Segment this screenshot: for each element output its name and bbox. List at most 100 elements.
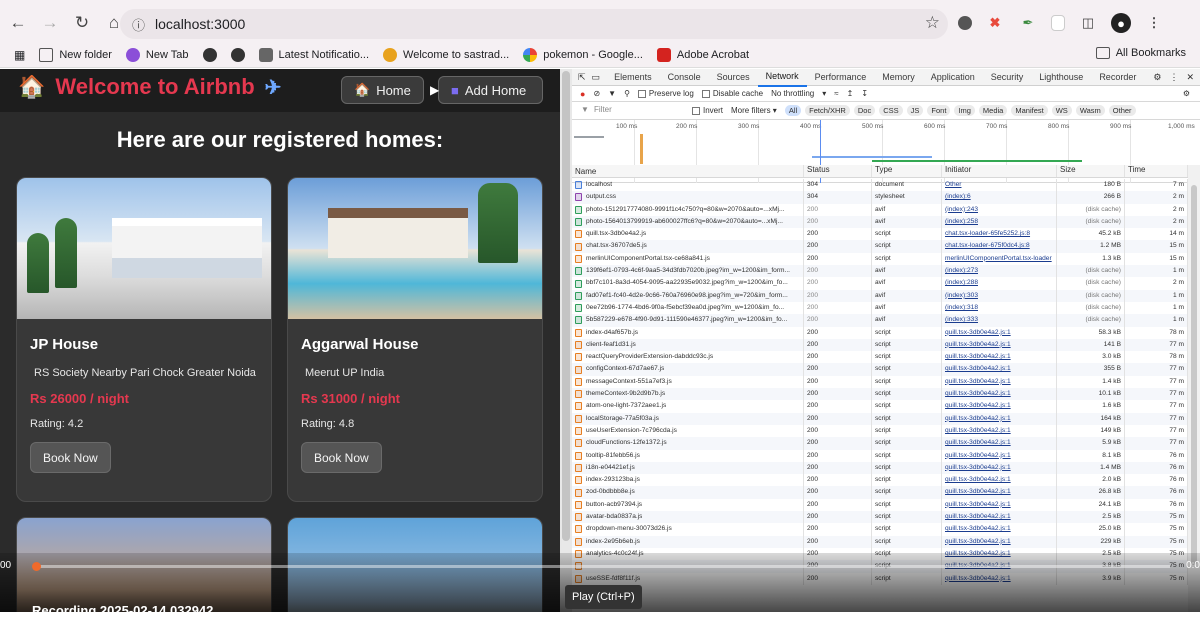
request-row[interactable]: messageContext-551a7ef3.js 200 script quill… — [572, 375, 1188, 389]
request-row[interactable]: reactQueryProviderExtension-dabddc93c.js… — [572, 351, 1188, 364]
filter-chip-doc[interactable]: Doc — [853, 105, 876, 116]
request-row[interactable]: 0ee72b96-1774-4bd6-9f0a-f5ebcf39ea0d.jpe… — [572, 301, 1188, 315]
network-settings-icon[interactable]: ⚙ — [1183, 89, 1190, 98]
request-initiator[interactable]: quill.tsx-3db0e4a2.js:1 — [942, 326, 1057, 339]
scroll-thumb[interactable] — [1191, 185, 1197, 565]
tab-performance[interactable]: Performance — [807, 69, 875, 86]
request-row[interactable]: zod-0bdbbb8e.js 200 script quill.tsx-3db0e4… — [572, 486, 1188, 499]
devtools-scrollbar[interactable] — [1188, 165, 1200, 612]
request-initiator[interactable]: quill.tsx-3db0e4a2.js:1 — [942, 461, 1057, 475]
filter-funnel-icon[interactable]: ▼ — [608, 89, 616, 98]
filter-chip-ws[interactable]: WS — [1051, 105, 1072, 116]
tab-security[interactable]: Security — [983, 69, 1032, 86]
tab-console[interactable]: Console — [660, 69, 709, 86]
request-initiator[interactable]: merlinUIComponentPortal.tsx-loader — [942, 252, 1057, 266]
request-row[interactable]: bbf7c101-8a3d-4054-9095-aa22935e9032.jpe… — [572, 277, 1188, 290]
request-initiator[interactable]: quill.tsx-3db0e4a2.js:1 — [942, 388, 1057, 401]
extension-pen-icon[interactable]: ✒ — [1018, 13, 1038, 33]
site-info-icon[interactable]: ⓘ — [132, 15, 145, 34]
page-scrollbar[interactable] — [560, 69, 572, 612]
request-initiator[interactable]: quill.tsx-3db0e4a2.js:1 — [942, 486, 1057, 499]
menu-kebab-icon[interactable]: ⋮ — [1144, 13, 1164, 33]
request-row[interactable]: 5b587229-e678-4f90-9d91-111590e46377.jpe… — [572, 314, 1188, 327]
request-row[interactable]: photo-1512917774080-9991f1c4c750?q=80&w=… — [572, 203, 1188, 216]
filter-chip-css[interactable]: CSS — [879, 105, 903, 116]
column-type[interactable]: Type — [872, 165, 942, 177]
address-bar[interactable]: ⓘ localhost:3000 ☆ — [120, 9, 948, 39]
extension-cross-icon[interactable]: ✖ — [985, 13, 1005, 33]
request-initiator[interactable]: Other — [942, 179, 1057, 192]
request-initiator[interactable]: (index):318 — [942, 301, 1057, 315]
home-nav-button[interactable]: 🏠 Home — [341, 76, 424, 104]
request-row[interactable]: output.css 304 stylesheet (index):6 266 B2 m — [572, 191, 1188, 204]
request-initiator[interactable]: quill.tsx-3db0e4a2.js:1 — [942, 449, 1057, 462]
request-row[interactable]: photo-1564013799919-ab600027ffc6?q=80&w=… — [572, 215, 1188, 229]
request-initiator[interactable]: quill.tsx-3db0e4a2.js:1 — [942, 363, 1057, 376]
tab-sources[interactable]: Sources — [709, 69, 758, 86]
column-time[interactable]: Time — [1125, 165, 1188, 177]
request-initiator[interactable]: quill.tsx-3db0e4a2.js:1 — [942, 338, 1057, 352]
tab-elements[interactable]: Elements — [606, 69, 660, 86]
import-har-icon[interactable]: ↥ — [847, 89, 854, 98]
request-row[interactable]: 139f6ef1-0793-4c6f-9aa5-34d3fdb7020b.jpe… — [572, 265, 1188, 278]
request-row[interactable]: tooltip-81febb56.js 200 script quill.tsx-3d… — [572, 449, 1188, 462]
throttling-select[interactable]: No throttling — [771, 89, 814, 98]
filter-chip-js[interactable]: JS — [906, 105, 924, 116]
bookmark-pokemon[interactable]: pokemon - Google... — [523, 47, 643, 62]
request-row[interactable]: dropdown-menu-30073d26.js 200 script quill.… — [572, 523, 1188, 536]
request-row[interactable]: configContext-67d7ae67.js 200 script quill.… — [572, 363, 1188, 376]
request-initiator[interactable]: quill.tsx-3db0e4a2.js:1 — [942, 437, 1057, 450]
bookmark-notifications[interactable]: Latest Notificatio... — [258, 47, 369, 62]
seek-bar[interactable] — [36, 565, 1170, 568]
request-row[interactable]: quill.tsx-3db0e4a2.js 200 script chat.tsx-l… — [572, 228, 1188, 241]
extension-blank-icon[interactable] — [1051, 15, 1065, 31]
settings-gear-icon[interactable]: ⚙ — [1153, 72, 1161, 83]
request-row[interactable]: index-d4af657b.js 200 script quill.tsx-3db0… — [572, 326, 1188, 339]
seek-handle[interactable] — [32, 562, 41, 571]
tab-lighthouse[interactable]: Lighthouse — [1031, 69, 1091, 86]
request-row[interactable]: useUserExtension-7c796cda.js 200 script qui… — [572, 424, 1188, 438]
request-row[interactable]: merlinUIComponentPortal.tsx-ce68a841.js 2… — [572, 252, 1188, 266]
request-row[interactable]: client-feaf1d31.js 200 script quill.tsx-3db… — [572, 338, 1188, 352]
clear-icon[interactable]: ⊘ — [593, 89, 600, 98]
filter-chip-other[interactable]: Other — [1108, 105, 1136, 116]
filter-chip-img[interactable]: Img — [954, 105, 975, 116]
filter-chip-manifest[interactable]: Manifest — [1011, 105, 1048, 116]
column-name[interactable]: Name — [572, 165, 804, 177]
request-initiator[interactable]: (index):6 — [942, 191, 1057, 204]
bookmark-star-icon[interactable]: ☆ — [925, 13, 940, 33]
reload-icon[interactable]: ↻ — [68, 9, 96, 37]
bookmark-new-folder[interactable]: New folder — [39, 47, 112, 62]
request-initiator[interactable]: (index):288 — [942, 277, 1057, 290]
request-initiator[interactable]: (index):333 — [942, 314, 1057, 327]
search-icon[interactable]: ⚲ — [624, 89, 630, 98]
request-initiator[interactable]: (index):243 — [942, 203, 1057, 216]
request-row[interactable]: chat.tsx-36707de5.js 200 script chat.tsx-lo… — [572, 240, 1188, 253]
tab-recorder[interactable]: Recorder — [1091, 69, 1144, 86]
request-initiator[interactable]: quill.tsx-3db0e4a2.js:1 — [942, 511, 1057, 524]
device-toggle-icon[interactable]: ▭ — [592, 72, 601, 83]
request-initiator[interactable]: quill.tsx-3db0e4a2.js:1 — [942, 412, 1057, 425]
request-initiator[interactable]: chat.tsx-loader-65fe5252.js:8 — [942, 228, 1057, 241]
request-initiator[interactable]: quill.tsx-3db0e4a2.js:1 — [942, 424, 1057, 438]
column-initiator[interactable]: Initiator — [942, 165, 1057, 177]
profile-avatar[interactable]: ● — [1111, 13, 1131, 33]
request-initiator[interactable]: quill.tsx-3db0e4a2.js:1 — [942, 474, 1057, 487]
filter-input[interactable]: ▼ Filter — [578, 105, 688, 117]
brand-title[interactable]: 🏠 Welcome to Airbnb ✈ — [18, 74, 281, 100]
request-initiator[interactable]: quill.tsx-3db0e4a2.js:1 — [942, 400, 1057, 413]
bookmark-globe-2[interactable] — [230, 47, 245, 62]
preserve-log-checkbox[interactable]: Preserve log — [637, 89, 694, 98]
bookmark-globe-1[interactable] — [202, 47, 217, 62]
scroll-thumb[interactable] — [562, 71, 570, 541]
filter-chip-font[interactable]: Font — [927, 105, 951, 116]
tab-memory[interactable]: Memory — [874, 69, 923, 86]
devtools-menu-icon[interactable]: ⋮ — [1169, 72, 1178, 83]
close-icon[interactable]: ✕ — [1186, 72, 1194, 83]
request-initiator[interactable]: (index):303 — [942, 289, 1057, 302]
bookmark-new-tab[interactable]: New Tab — [125, 47, 189, 62]
request-initiator[interactable]: quill.tsx-3db0e4a2.js:1 — [942, 351, 1057, 364]
request-row[interactable]: themeContext-9b2d9b7b.js 200 script quill.t… — [572, 388, 1188, 401]
request-initiator[interactable]: chat.tsx-loader-675f0dc4.js:8 — [942, 240, 1057, 253]
request-row[interactable]: index-2e95b6eb.js 200 script quill.tsx-3db0… — [572, 535, 1188, 548]
